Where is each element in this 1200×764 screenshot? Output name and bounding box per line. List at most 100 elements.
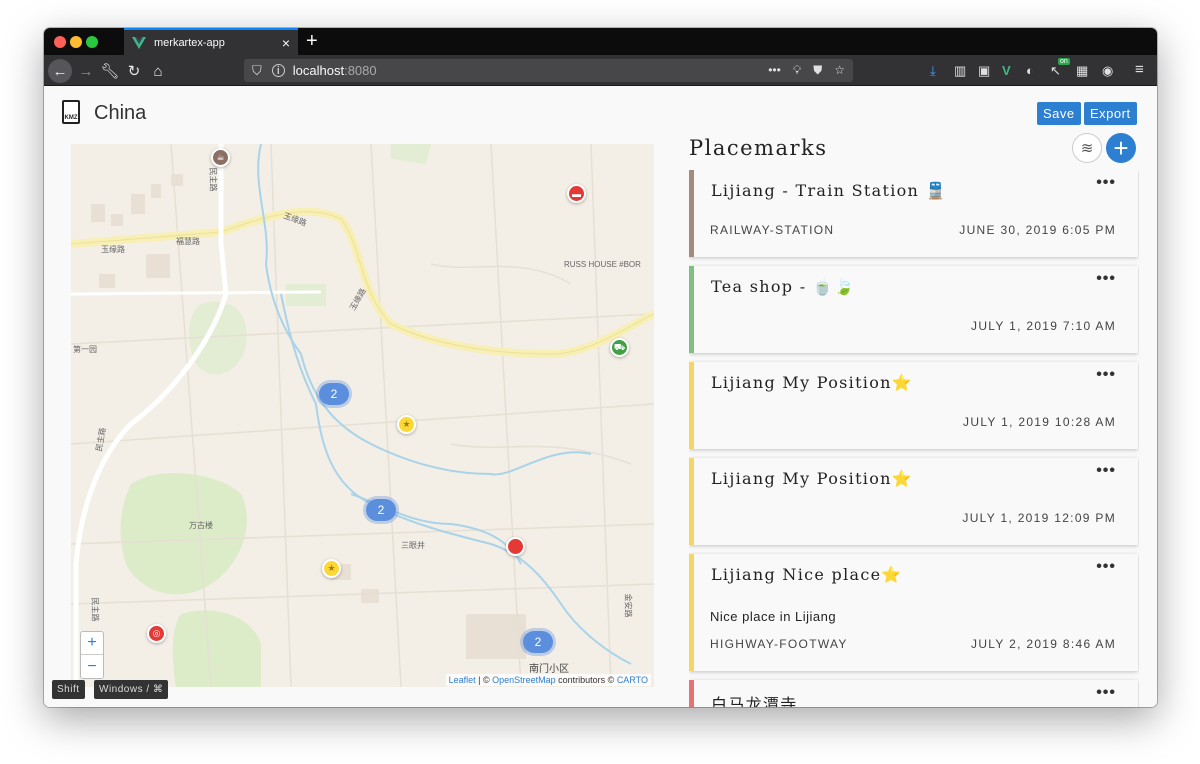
marker-star-1[interactable]: ★ xyxy=(397,415,416,434)
layers-button[interactable]: ≋ xyxy=(1072,133,1102,163)
tab-close-icon[interactable]: × xyxy=(282,36,290,50)
browser-window: merkartex-app × + ← → 🔧︎ ↻ ⌂ ⛉ i localho… xyxy=(44,28,1157,707)
reload-button[interactable]: ↻ xyxy=(122,59,146,83)
placemark-description: Nice place in Lijiang xyxy=(710,609,837,624)
marker-train[interactable]: ▬ xyxy=(567,184,586,203)
marker-cluster[interactable]: 2 xyxy=(523,631,553,653)
placemark-date: JULY 2, 2019 8:46 AM xyxy=(971,637,1116,651)
placemark-name: Lijiang - Train Station 🚆 xyxy=(711,181,947,200)
placemark-type: RAILWAY-STATION xyxy=(710,223,835,237)
placemark-card[interactable]: 白马龙潭寺 ••• xyxy=(689,680,1138,707)
marker-coffee[interactable]: ☕︎ xyxy=(211,148,230,167)
url-port: :8080 xyxy=(344,63,377,78)
openstreetmap-link[interactable]: OpenStreetMap xyxy=(492,675,556,685)
home-button[interactable]: ⌂ xyxy=(146,59,170,83)
home-icon: ⌂ xyxy=(153,62,163,80)
zoom-out-button[interactable]: − xyxy=(81,655,103,678)
marker-temple[interactable] xyxy=(506,537,525,556)
extension-circle-icon[interactable]: ◐ xyxy=(1026,63,1034,78)
extension-grid-icon[interactable]: ▦ xyxy=(1076,63,1088,79)
marker-target[interactable]: ◎ xyxy=(147,624,166,643)
close-window-button[interactable] xyxy=(54,36,66,48)
windows-key-hint: Windows / ⌘ xyxy=(94,680,169,699)
marker-shopping[interactable]: ⛟ xyxy=(610,338,629,357)
add-placemark-button[interactable]: + xyxy=(1106,133,1136,163)
shopping-cart-icon: ⛟ xyxy=(613,341,626,352)
back-arrow-icon: ← xyxy=(52,62,68,80)
placemark-card[interactable]: Lijiang My Position⭐ ••• JULY 1, 2019 12… xyxy=(689,458,1138,545)
layers-icon: ≋ xyxy=(1080,140,1094,157)
marker-cluster[interactable]: 2 xyxy=(366,499,396,521)
placemark-name: Lijiang My Position⭐ xyxy=(711,373,913,392)
extension-arrow-icon[interactable]: ↖ xyxy=(1050,63,1061,79)
page-actions-icon[interactable]: ••• xyxy=(768,63,781,78)
url-bar[interactable]: ⛉ i localhost:8080 ••• 💡︎ ⛊ ☆ xyxy=(244,59,853,82)
back-button[interactable]: ← xyxy=(48,59,72,83)
target-icon: ◎ xyxy=(152,628,161,638)
more-options-icon[interactable]: ••• xyxy=(1096,558,1116,576)
export-button[interactable]: Export xyxy=(1084,102,1137,125)
minimize-window-button[interactable] xyxy=(70,36,82,48)
lightbulb-icon[interactable]: 💡︎ xyxy=(793,63,801,78)
placemark-card[interactable]: Lijiang My Position⭐ ••• JULY 1, 2019 10… xyxy=(689,362,1138,449)
attribution-separator: | © xyxy=(475,675,493,685)
map-attribution: Leaflet | © OpenStreetMap contributors ©… xyxy=(445,674,651,686)
placemark-date: JULY 1, 2019 12:09 PM xyxy=(962,511,1116,525)
tab-strip: merkartex-app × + xyxy=(44,28,1157,55)
browser-tab[interactable]: merkartex-app × xyxy=(124,28,298,55)
marker-cluster[interactable]: 2 xyxy=(319,383,349,405)
placemark-list: Lijiang - Train Station 🚆 ••• RAILWAY-ST… xyxy=(689,170,1139,707)
coffee-cup-icon: ☕︎ xyxy=(216,152,225,162)
map-label-east-road: 金安路 xyxy=(623,593,633,618)
download-icon[interactable]: ⤓ xyxy=(930,63,936,79)
sidebar-icon[interactable]: ▣ xyxy=(978,63,990,79)
marker-star-2[interactable]: ★ xyxy=(322,559,341,578)
placemark-name: Lijiang My Position⭐ xyxy=(711,469,913,488)
map-view[interactable]: 玉缘路 福慧路 玉缘路 玉缘路 民主路 民主路 民主路 RUSS HOUSE #… xyxy=(71,144,654,687)
shield-icon: ⛉ xyxy=(252,62,262,78)
more-options-icon[interactable]: ••• xyxy=(1096,174,1116,192)
library-icon[interactable]: ▥ xyxy=(954,63,966,79)
train-icon: ▬ xyxy=(572,188,581,199)
more-options-icon[interactable]: ••• xyxy=(1096,366,1116,384)
placemark-date: JULY 1, 2019 10:28 AM xyxy=(963,415,1116,429)
more-options-icon[interactable]: ••• xyxy=(1096,462,1116,480)
placemark-date: JULY 1, 2019 7:10 AM xyxy=(971,319,1116,333)
placemark-type: HIGHWAY-FOOTWAY xyxy=(710,637,848,651)
kmz-file-icon: KMZ xyxy=(62,100,80,124)
url-host: localhost xyxy=(292,63,345,78)
extension-on-badge: on xyxy=(1058,58,1070,65)
placemark-card[interactable]: Lijiang - Train Station 🚆 ••• RAILWAY-ST… xyxy=(689,170,1138,257)
more-options-icon[interactable]: ••• xyxy=(1096,684,1116,702)
placemark-name: 白马龙潭寺 xyxy=(711,695,798,707)
vue-devtools-icon[interactable]: V xyxy=(1002,63,1011,78)
leaflet-link[interactable]: Leaflet xyxy=(449,675,476,685)
map-label-minzhu-road-3: 民主路 xyxy=(90,597,100,622)
carto-link[interactable]: CARTO xyxy=(617,675,648,685)
map-tiles xyxy=(71,144,654,687)
map-label-wangu: 万古楼 xyxy=(189,521,213,530)
shift-key-hint: Shift xyxy=(52,680,85,699)
bookmark-star-icon[interactable]: ☆ xyxy=(834,63,845,78)
placemarks-heading: Placemarks xyxy=(689,136,828,160)
forward-button[interactable]: → xyxy=(74,59,98,83)
placemark-name: Lijiang Nice place⭐ xyxy=(711,565,903,584)
hamburger-menu-icon[interactable]: ≡ xyxy=(1135,61,1144,78)
app-content: KMZ China Save Export 玉缘路 福慧路 玉缘路 玉缘路 民主… xyxy=(44,86,1157,707)
zoom-in-button[interactable]: + xyxy=(81,632,103,655)
vue-logo-icon xyxy=(132,36,146,49)
wrench-icon[interactable]: 🔧︎ xyxy=(98,59,122,83)
tab-title: merkartex-app xyxy=(154,36,225,49)
account-icon[interactable]: ◉ xyxy=(1102,63,1113,79)
more-options-icon[interactable]: ••• xyxy=(1096,270,1116,288)
star-place-icon: ★ xyxy=(327,563,336,573)
pocket-icon[interactable]: ⛊ xyxy=(813,63,822,78)
placemark-card[interactable]: Lijiang Nice place⭐ ••• Nice place in Li… xyxy=(689,554,1138,671)
placemark-card[interactable]: Tea shop - 🍵🍃 ••• JULY 1, 2019 7:10 AM xyxy=(689,266,1138,353)
save-button[interactable]: Save xyxy=(1037,102,1081,125)
placemark-date: JUNE 30, 2019 6:05 PM xyxy=(959,223,1116,237)
map-label-fuhui-road: 福慧路 xyxy=(176,237,200,246)
new-tab-button[interactable]: + xyxy=(306,30,318,52)
maximize-window-button[interactable] xyxy=(86,36,98,48)
map-label-nanmen: 南门小区 xyxy=(529,664,569,675)
